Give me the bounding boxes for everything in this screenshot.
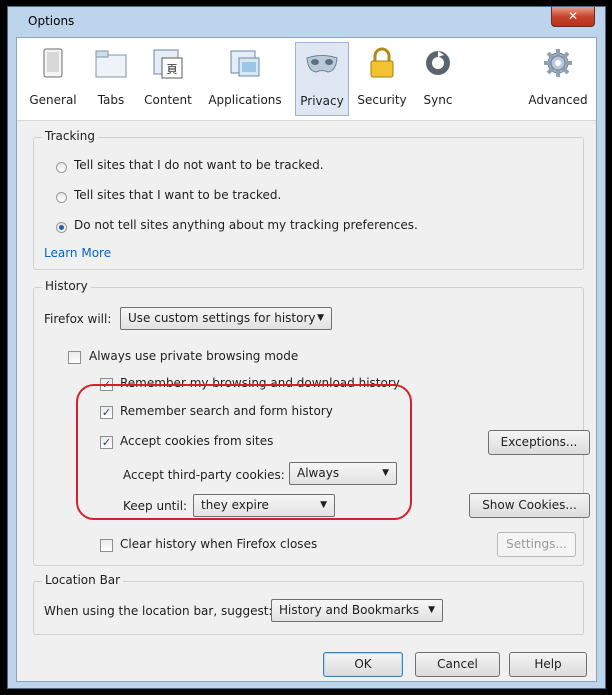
learn-more-link[interactable]: Learn More — [44, 246, 111, 260]
suggest-label: When using the location bar, suggest: — [44, 604, 273, 618]
dnt-no-radio[interactable] — [56, 192, 67, 203]
window-title: Options — [28, 14, 75, 28]
pane-privacy[interactable]: Privacy — [295, 42, 349, 116]
dnt-no-label[interactable]: Tell sites that I want to be tracked. — [74, 188, 281, 202]
tracking-group: Tracking Tell sites that I do not want t… — [33, 129, 584, 270]
pane-general[interactable]: General — [23, 42, 83, 116]
pane-applications[interactable]: Applications — [203, 42, 287, 116]
content-icon: 頁 — [153, 49, 183, 79]
pane-label: General — [29, 93, 77, 107]
suggest-select[interactable]: History and Bookmarks ▼ — [271, 599, 443, 622]
clear-history-checkbox[interactable] — [100, 539, 113, 552]
dnt-yes-label[interactable]: Tell sites that I do not want to be trac… — [74, 158, 324, 172]
options-client-area: General Tabs 頁 Content Applications Priv… — [16, 37, 597, 682]
general-icon — [43, 48, 63, 78]
history-group-title: History — [42, 279, 91, 293]
firefox-will-label: Firefox will: — [44, 312, 112, 326]
private-mode-label[interactable]: Always use private browsing mode — [89, 349, 298, 363]
pane-label: Privacy — [300, 94, 344, 108]
tracking-group-title: Tracking — [42, 129, 98, 143]
svg-text:頁: 頁 — [167, 63, 178, 76]
history-mode-select[interactable]: Use custom settings for history ▼ — [120, 307, 332, 330]
pane-label: Tabs — [97, 93, 125, 107]
exceptions-button[interactable]: Exceptions... — [488, 430, 590, 455]
title-bar[interactable]: Options ✕ — [8, 7, 605, 37]
dnt-yes-radio[interactable] — [56, 162, 67, 173]
pane-sync[interactable]: Sync — [415, 42, 461, 116]
dnt-none-label[interactable]: Do not tell sites anything about my trac… — [74, 218, 418, 232]
location-bar-group: Location Bar When using the location bar… — [33, 573, 584, 635]
pane-label: Applications — [208, 93, 282, 107]
close-icon: ✕ — [567, 9, 579, 23]
ok-button[interactable]: OK — [323, 652, 403, 677]
tabs-icon — [95, 50, 127, 78]
highlight-annotation — [76, 384, 412, 520]
applications-icon — [230, 50, 260, 77]
location-bar-title: Location Bar — [42, 573, 124, 587]
gear-icon — [544, 49, 572, 77]
chevron-down-icon: ▼ — [428, 605, 435, 615]
pane-content[interactable]: 頁 Content — [139, 42, 197, 116]
pane-label: Content — [144, 93, 192, 107]
cancel-button[interactable]: Cancel — [415, 652, 500, 677]
help-button[interactable]: Help — [509, 652, 587, 677]
history-mode-value: Use custom settings for history — [128, 311, 316, 325]
settings-button: Settings... — [497, 532, 576, 557]
chevron-down-icon: ▼ — [317, 313, 324, 323]
private-mode-checkbox[interactable] — [68, 351, 81, 364]
privacy-mask-icon — [306, 55, 338, 73]
pane-label: Sync — [423, 93, 453, 107]
pane-toolbar: General Tabs 頁 Content Applications Priv… — [17, 38, 596, 121]
pane-security[interactable]: Security — [355, 42, 409, 116]
sync-icon — [426, 51, 450, 75]
close-button[interactable]: ✕ — [551, 7, 595, 27]
padlock-icon — [370, 47, 394, 78]
pane-tabs[interactable]: Tabs — [87, 42, 135, 116]
show-cookies-button[interactable]: Show Cookies... — [469, 493, 590, 518]
dnt-none-radio[interactable] — [56, 222, 67, 233]
suggest-value: History and Bookmarks — [279, 603, 419, 617]
options-window: Options ✕ General Tabs 頁 Content Applica… — [7, 6, 606, 689]
clear-history-label[interactable]: Clear history when Firefox closes — [120, 537, 317, 551]
pane-label: Security — [357, 93, 407, 107]
pane-advanced[interactable]: Advanced — [525, 42, 591, 116]
pane-label: Advanced — [528, 93, 588, 107]
